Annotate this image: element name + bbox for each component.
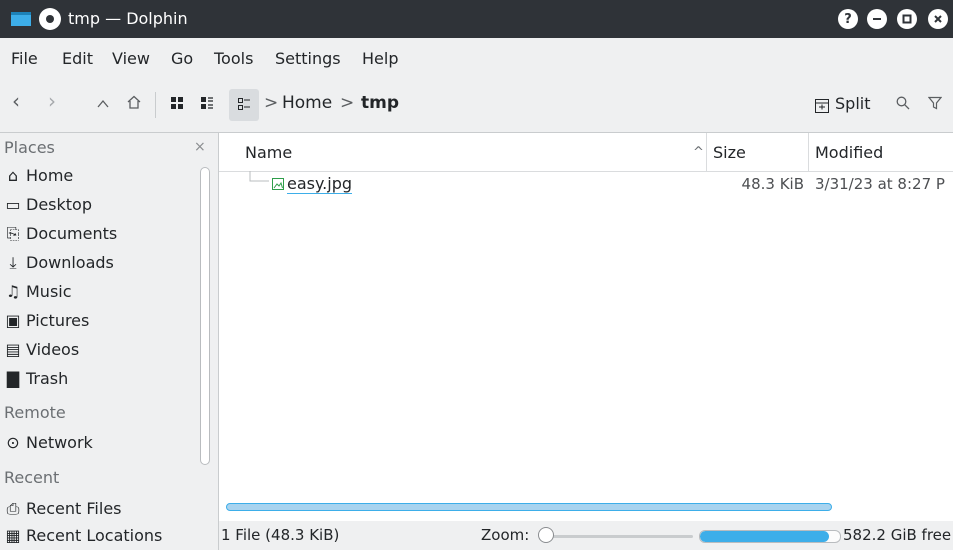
sidebar-item-videos[interactable]: ▤ Videos: [4, 340, 79, 359]
file-name[interactable]: easy.jpg: [287, 174, 353, 194]
minimize-button[interactable]: [867, 9, 887, 29]
maximize-icon: [902, 14, 912, 24]
column-header-size[interactable]: Size: [713, 143, 746, 162]
split-button[interactable]: Split: [835, 94, 870, 113]
file-size: 48.3 KiB: [741, 175, 804, 193]
home-icon: ⌂: [7, 166, 19, 185]
documents-icon: ⎘: [6, 224, 20, 243]
recent-locations-icon: ▦: [5, 526, 21, 545]
downloads-icon: ⤓: [9, 253, 17, 272]
filter-icon[interactable]: [928, 96, 942, 110]
menu-file[interactable]: File: [11, 49, 38, 68]
sidebar-item-downloads[interactable]: ⤓ Downloads: [4, 253, 113, 273]
close-button[interactable]: [928, 9, 948, 29]
videos-icon: ▤: [5, 340, 21, 359]
file-modified: 3/31/23 at 8:27 P: [815, 175, 945, 193]
section-header-places: Places: [4, 138, 55, 157]
sidebar-item-documents[interactable]: ⎘ Documents: [4, 224, 118, 244]
free-space-fill: [700, 531, 829, 542]
toolbar-separator: [155, 92, 156, 118]
section-header-remote: Remote: [4, 403, 66, 422]
icons-view-icon[interactable]: [170, 96, 184, 110]
sidebar-item-recent-locations[interactable]: ▦ Recent Locations: [4, 526, 162, 545]
sidebar-scrollbar[interactable]: [200, 167, 210, 465]
sidebar-item-home[interactable]: ⌂ Home: [4, 166, 73, 185]
menu-edit[interactable]: Edit: [62, 49, 93, 68]
title-bar[interactable]: tmp — Dolphin ?: [0, 0, 953, 38]
menu-settings[interactable]: Settings: [275, 49, 341, 68]
sidebar-item-music[interactable]: ♫ Music: [4, 282, 72, 301]
toolbar: ‹ › > Home > tmp Split: [0, 78, 953, 133]
sidebar-item-recent-files[interactable]: ⎙ Recent Files: [4, 499, 122, 519]
home-icon[interactable]: [127, 95, 141, 109]
tree-line-icon: [249, 171, 269, 182]
music-icon: ♫: [5, 282, 21, 301]
breadcrumb-current[interactable]: tmp: [361, 93, 399, 113]
horizontal-scrollbar[interactable]: [226, 503, 832, 511]
sidebar-item-desktop[interactable]: ▭ Desktop: [4, 195, 92, 214]
window-title: tmp — Dolphin: [68, 9, 188, 28]
close-icon: [934, 15, 942, 23]
split-icon: [815, 99, 829, 113]
status-bar: 1 File (48.3 KiB) Zoom: 582.2 GiB free: [219, 521, 953, 550]
up-icon[interactable]: [97, 98, 109, 108]
pictures-icon: ▣: [5, 311, 21, 330]
section-header-recent: Recent: [4, 468, 60, 487]
recent-files-icon: ⎙: [6, 499, 20, 518]
menu-tools[interactable]: Tools: [214, 49, 253, 68]
menu-help[interactable]: Help: [362, 49, 398, 68]
minimize-icon: [873, 18, 881, 20]
zoom-slider-handle[interactable]: [538, 527, 554, 543]
close-panel-icon[interactable]: ×: [194, 139, 206, 155]
status-summary: 1 File (48.3 KiB): [221, 526, 340, 544]
column-header-modified[interactable]: Modified: [815, 143, 883, 162]
forward-icon[interactable]: ›: [48, 91, 56, 111]
help-button[interactable]: ?: [838, 9, 858, 29]
menu-go[interactable]: Go: [171, 49, 193, 68]
file-view[interactable]: Name ^ Size Modified easy.jpg 48.3 KiB 3…: [219, 133, 953, 521]
details-view-icon: [238, 98, 250, 110]
network-icon: ⊙: [6, 433, 20, 452]
trash-icon: ▇: [6, 369, 20, 388]
sidebar-item-trash[interactable]: ▇ Trash: [4, 369, 68, 388]
menu-bar: File Edit View Go Tools Settings Help: [0, 38, 953, 79]
free-space-bar: [699, 530, 841, 543]
sort-ascending-icon: ^: [693, 145, 704, 160]
places-panel: Places × ⌂ Home ▭ Desktop ⎘ Documents ⤓ Down…: [0, 133, 219, 550]
folder-icon: [11, 12, 31, 26]
sidebar-item-network[interactable]: ⊙ Network: [4, 433, 93, 452]
free-space-label: 582.2 GiB free: [843, 526, 952, 544]
column-header-name[interactable]: Name: [245, 143, 292, 162]
menu-view[interactable]: View: [112, 49, 150, 68]
maximize-button[interactable]: [897, 9, 917, 29]
breadcrumb-home[interactable]: Home: [282, 93, 332, 113]
search-icon[interactable]: [896, 96, 910, 110]
column-header: Name ^ Size Modified: [219, 133, 953, 172]
column-separator[interactable]: [706, 133, 707, 171]
column-separator[interactable]: [808, 133, 809, 171]
zoom-slider[interactable]: [543, 535, 693, 538]
back-icon[interactable]: ‹: [12, 91, 20, 111]
desktop-icon: ▭: [5, 195, 21, 214]
zoom-label: Zoom:: [481, 526, 530, 544]
compact-view-icon[interactable]: [200, 96, 214, 110]
sidebar-item-pictures[interactable]: ▣ Pictures: [4, 311, 89, 330]
dolphin-app-icon: [39, 8, 61, 30]
breadcrumb-separator-icon: >: [340, 93, 355, 113]
breadcrumb-separator-icon: >: [264, 93, 279, 113]
image-file-icon: [272, 178, 284, 190]
table-row[interactable]: easy.jpg 48.3 KiB 3/31/23 at 8:27 P: [219, 171, 953, 199]
